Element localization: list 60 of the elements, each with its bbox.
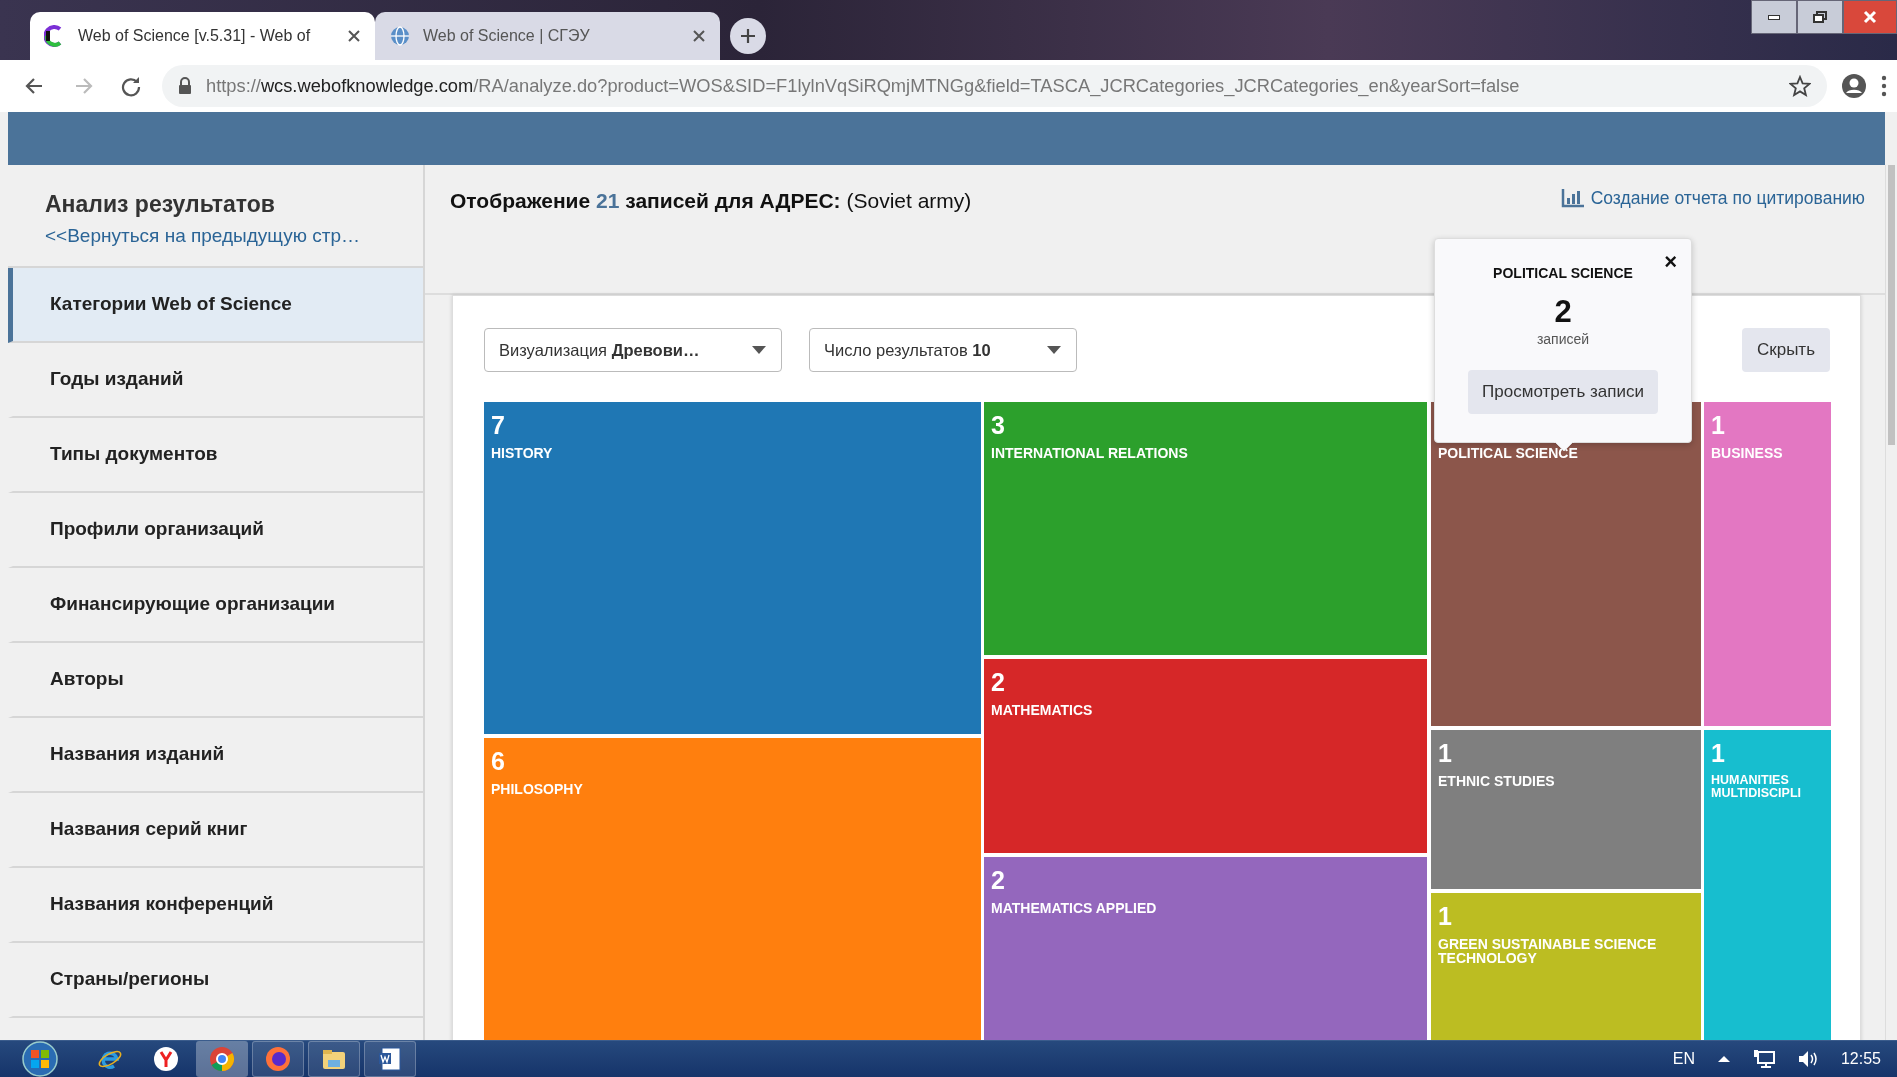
sidebar-item[interactable]: Профили организаций bbox=[8, 493, 423, 568]
close-icon[interactable] bbox=[347, 29, 361, 43]
treemap-cell[interactable]: 2 MATHEMATICS APPLIED bbox=[984, 857, 1427, 1040]
sidebar-item[interactable]: Типы документов bbox=[8, 418, 423, 493]
up-arrow-icon[interactable] bbox=[1716, 1055, 1731, 1063]
star-icon[interactable] bbox=[1789, 75, 1811, 97]
restore-icon bbox=[1812, 10, 1828, 24]
speaker-icon[interactable] bbox=[1796, 1049, 1819, 1069]
clock-time[interactable]: 12:55 bbox=[1840, 1047, 1881, 1071]
sidebar-title: Анализ результатов bbox=[45, 190, 276, 219]
sidebar-item[interactable]: Авторы bbox=[8, 643, 423, 718]
taskbar-button[interactable] bbox=[308, 1041, 360, 1077]
lock-icon bbox=[178, 77, 192, 95]
globe-icon bbox=[389, 25, 411, 47]
scrollbar[interactable] bbox=[1885, 165, 1897, 1040]
restore-button[interactable] bbox=[1797, 0, 1843, 34]
browser-icon bbox=[209, 1046, 235, 1072]
sidebar-item[interactable]: Годы изданий bbox=[8, 343, 423, 418]
count-unit: записей bbox=[1535, 330, 1591, 350]
document-icon bbox=[377, 1046, 403, 1072]
treemap-cell[interactable]: 1 ETHNIC STUDIES bbox=[1431, 730, 1701, 889]
language-indicator[interactable]: EN bbox=[1672, 1047, 1695, 1071]
bar-chart-icon bbox=[1560, 188, 1585, 209]
sidebar-item[interactable]: Страны/регионы bbox=[8, 943, 423, 1018]
fox-browser-icon bbox=[265, 1046, 291, 1072]
close-icon bbox=[1862, 10, 1878, 24]
view-records-button[interactable]: Просмотреть записи bbox=[1468, 370, 1658, 414]
sidebar-item[interactable]: Финансирующие организации bbox=[8, 568, 423, 643]
caret-icon bbox=[751, 345, 767, 355]
close-button[interactable]: × bbox=[1660, 251, 1681, 273]
record-count: 2 bbox=[1553, 295, 1573, 330]
reload-icon[interactable] bbox=[120, 75, 142, 97]
letter-y-icon bbox=[153, 1046, 179, 1072]
minimize-icon bbox=[1768, 14, 1780, 20]
sidebar-item[interactable]: Названия изданий bbox=[8, 718, 423, 793]
sidebar-item[interactable]: Названия серий книг bbox=[8, 793, 423, 868]
sidebar-item[interactable]: Названия конференций bbox=[8, 868, 423, 943]
hide-button[interactable]: Скрыть bbox=[1741, 328, 1830, 372]
close-button[interactable] bbox=[1843, 0, 1897, 34]
plus-icon bbox=[740, 28, 756, 44]
treemap-cell[interactable]: 7 HISTORY bbox=[484, 402, 981, 734]
new-tab-button[interactable] bbox=[730, 18, 766, 54]
treemap-cell[interactable]: 2 MATHEMATICS bbox=[984, 659, 1427, 853]
sidebar-item[interactable]: Категории Web of Science bbox=[8, 268, 423, 343]
browser-tab[interactable]: Web of Science [v.5.31] - Web of bbox=[30, 12, 375, 60]
minimize-button[interactable] bbox=[1751, 0, 1797, 34]
network-icon[interactable] bbox=[1752, 1049, 1775, 1069]
browser-tab[interactable]: Web of Science | СГЭУ bbox=[375, 12, 720, 60]
caret-icon bbox=[1046, 345, 1062, 355]
dropdown[interactable]: Число результатов 10 bbox=[809, 328, 1077, 372]
back-link[interactable]: <<Вернуться на предыдущую стр… bbox=[45, 221, 423, 250]
close-icon[interactable] bbox=[692, 29, 706, 43]
taskbar-button[interactable] bbox=[364, 1041, 416, 1077]
popup-title: POLITICAL SCIENCE bbox=[1493, 264, 1633, 283]
dropdown[interactable]: Визуализация Древови… bbox=[484, 328, 782, 372]
menu-icon[interactable] bbox=[1881, 75, 1887, 97]
results-heading: Отображение 21 записей для АДРЕС: (Soviet army) bbox=[450, 188, 972, 214]
windows-logo-icon bbox=[20, 1041, 60, 1077]
profile-icon[interactable] bbox=[1841, 73, 1867, 99]
citation-report-link[interactable]: Создание отчета по цитированию bbox=[1590, 185, 1865, 212]
